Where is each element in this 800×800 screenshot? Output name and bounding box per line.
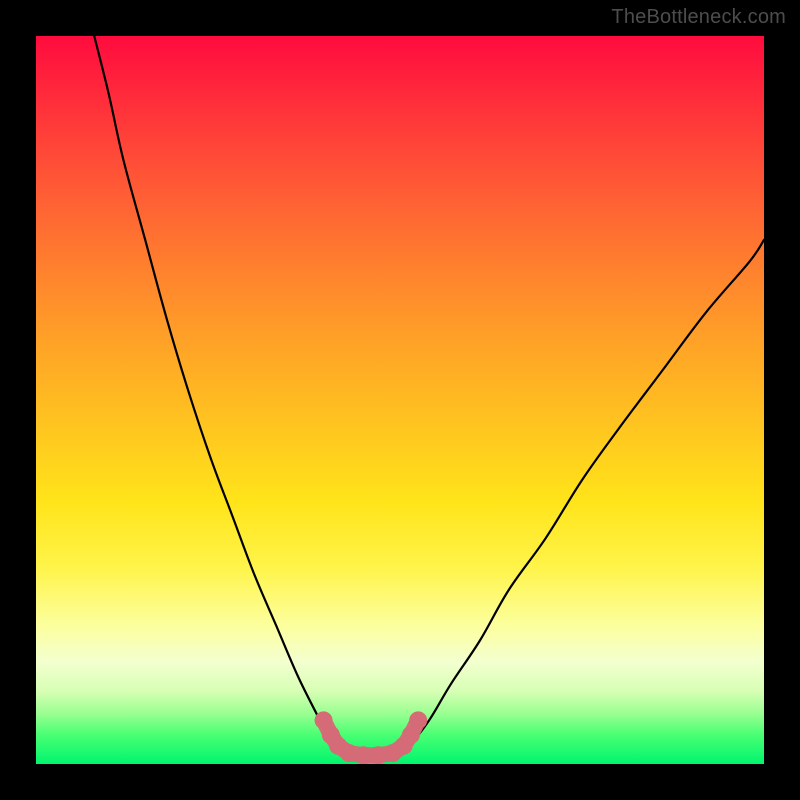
- chart-frame: TheBottleneck.com: [0, 0, 800, 800]
- bottleneck-curve: [36, 36, 764, 764]
- curve-left-branch: [94, 36, 334, 749]
- watermark-text: TheBottleneck.com: [611, 6, 786, 29]
- curve-right-branch: [407, 240, 764, 750]
- plot-area: [36, 36, 764, 764]
- bottleneck-marker: [409, 711, 427, 729]
